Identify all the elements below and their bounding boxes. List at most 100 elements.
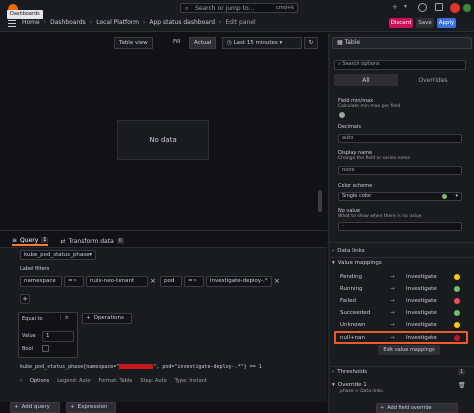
tab-count-badge: 1 [41,237,49,243]
breadcrumb-separator-icon: › [43,19,47,26]
thresholds-label: Thresholds [337,369,368,375]
override-label: Override 1 [337,382,367,388]
color-swatch[interactable] [442,194,447,199]
breadcrumb-home[interactable]: Home [22,18,40,28]
filter-key-namespace[interactable]: namespace [20,276,62,287]
mapping-color-dot[interactable] [454,310,460,316]
fill-button[interactable]: Fill [169,37,184,49]
chevron-down-icon: ▾ [277,40,283,46]
no-value-input[interactable]: - [338,222,462,231]
help-icon[interactable] [418,3,427,12]
data-links-section[interactable]: › Data links [332,248,365,254]
divider [0,230,327,231]
filter-value-namespace[interactable]: nulx-neo-tenant [86,276,148,287]
trash-icon[interactable]: 🗑 [458,382,466,389]
chevron-down-icon[interactable]: ▾ [404,3,407,10]
filter-op[interactable]: =~ [184,276,204,287]
time-range-picker[interactable]: ◷ Last 15 minutes ▾ [222,37,302,49]
value-mapping-row[interactable]: Pending → Investigate [336,272,468,282]
decimals-title: Decimals [338,124,361,130]
tab-query[interactable]: ≡ Query 1 [12,236,49,246]
mapping-color-dot[interactable] [454,298,460,304]
highlight-annotation [334,331,468,344]
value-mappings-section[interactable]: ▾ Value mappings [332,260,382,266]
value-mapping-row[interactable]: Failed → Investigate [336,296,468,306]
edit-value-mappings-button[interactable]: Edit value mappings [378,345,440,355]
remove-filter-icon[interactable]: × [274,277,280,285]
divider [330,257,474,258]
mapping-color-dot[interactable] [454,322,460,328]
tab-all[interactable]: All [334,74,398,86]
chevron-right-icon: › [20,378,22,384]
search-placeholder: Search or jump to... [195,5,255,12]
color-scheme-select[interactable]: Single color ▾ [338,192,462,201]
filter-value-pod[interactable]: investigate-deploy-.* [206,276,272,287]
database-icon: ≡ [12,236,18,244]
visualization-picker[interactable]: ▦ Table [332,37,472,49]
override-section[interactable]: ▾ Override 1 [332,382,367,388]
remove-filter-icon[interactable]: × [150,277,156,285]
breadcrumb-dashboards[interactable]: Dashboards [50,18,86,28]
arrow-right-icon: → [390,298,395,304]
format-option: Format: Table [98,378,133,384]
tab-count-badge: 0 [116,238,124,244]
mapping-value: Investigate [406,298,437,304]
operation-menu-icon[interactable]: ⋮ × [58,315,69,321]
expression-suffix: ", pod="investigate-deploy-.*"} == 1 [153,364,262,370]
expression-button[interactable]: + Expression [66,402,116,413]
metric-select[interactable]: kube_pod_status_phase ▾ [20,250,96,260]
bool-checkbox[interactable] [42,345,49,352]
news-icon[interactable] [435,3,443,11]
search-options-input[interactable]: ⌕ Search options [334,60,466,70]
mapping-key: Failed [340,298,356,304]
filter-key-pod[interactable]: pod [160,276,182,287]
override-sub: phase > Data links [340,389,383,394]
value-mapping-row[interactable]: Running → Investigate [336,284,468,294]
no-data-text: No data [149,136,177,144]
search-options-placeholder: Search options [342,61,380,67]
value-mapping-row[interactable]: Succeeded → Investigate [336,308,468,318]
apply-button[interactable]: Apply [437,18,456,28]
add-query-button[interactable]: + Add query [10,402,60,413]
chevron-down-icon: ▾ [89,252,92,258]
refresh-icon[interactable]: ↻ [304,37,318,49]
scrollbar[interactable] [318,190,322,212]
value-mapping-row[interactable]: Unknown → Investigate [336,320,468,330]
add-filter-icon[interactable]: + [20,294,30,304]
thresholds-section[interactable]: › Thresholds [332,369,367,375]
plus-icon[interactable]: + [392,3,398,11]
add-field-override-button[interactable]: + Add field override [376,403,458,413]
search-shortcut: cmd+k [276,5,294,11]
global-search-input[interactable]: ⌕ Search or jump to... cmd+k [180,3,298,13]
mapping-value: Investigate [406,310,437,316]
step-option: Step: Auto [140,378,167,384]
tab-overrides[interactable]: Overrides [400,74,466,86]
discard-button[interactable]: Discard [389,18,413,28]
chevron-right-icon: › [332,369,335,375]
value-input[interactable]: 1 [42,331,74,342]
tab-transform-data[interactable]: ⇄ Transform data 0 [60,236,124,246]
mapping-color-dot[interactable] [454,286,460,292]
query-options[interactable]: › Options Legend: Auto Format: Table Ste… [20,378,207,384]
breadcrumb-dashboard[interactable]: App status dashboard [149,18,215,28]
mapping-color-dot[interactable] [454,274,460,280]
breadcrumb-folder[interactable]: Local Platform [96,18,139,28]
save-button[interactable]: Save [416,18,434,28]
table-view-toggle[interactable]: Table view [114,37,153,49]
operations-button[interactable]: + Operations [82,313,132,324]
filter-op[interactable]: =~ [64,276,84,287]
add-query-label: Add query [21,404,50,410]
actual-button[interactable]: Actual [189,37,217,49]
field-minmax-toggle[interactable] [339,112,345,118]
plus-icon: + [380,405,385,411]
panel-preview: No data [117,120,209,160]
query-tabs: ≡ Query 1 ⇄ Transform data 0 [12,236,124,246]
divider [330,366,474,367]
user-avatar-icon[interactable] [463,4,471,12]
value-mappings-label: Value mappings [337,260,382,266]
menu-icon[interactable] [8,19,16,27]
avatar[interactable] [450,3,460,13]
decimals-input[interactable]: auto [338,134,462,143]
thresholds-count-badge: 1 [458,369,466,375]
display-name-input[interactable]: none [338,166,462,175]
